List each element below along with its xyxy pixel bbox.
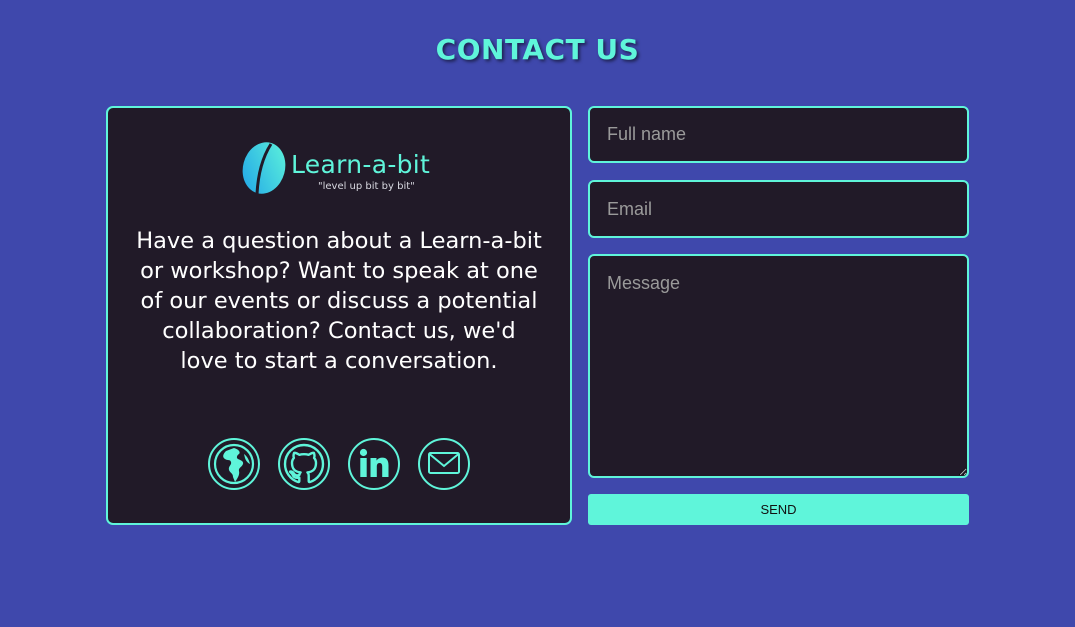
github-link[interactable] (278, 438, 330, 490)
globe-icon (213, 443, 255, 485)
email-input[interactable] (588, 180, 969, 238)
contact-blurb: Have a question about a Learn-a-bit or w… (136, 228, 542, 374)
learn-a-bit-logo: Learn-a-bit "level up bit by bit" (240, 140, 444, 196)
send-button[interactable]: SEND (588, 494, 969, 525)
email-link[interactable] (418, 438, 470, 490)
linkedin-link[interactable] (348, 438, 400, 490)
website-link[interactable] (208, 438, 260, 490)
contact-info-card: Learn-a-bit "level up bit by bit" Have a… (106, 106, 572, 525)
social-links (208, 438, 478, 494)
page-title: CONTACT US (435, 33, 640, 66)
message-textarea[interactable] (588, 254, 969, 478)
envelope-icon (428, 452, 460, 474)
logo-tagline: "level up bit by bit" (318, 181, 415, 192)
leaf-logo-icon (242, 142, 286, 195)
linkedin-icon (359, 448, 389, 477)
github-icon (283, 443, 325, 484)
logo-wordmark: Learn-a-bit (291, 150, 431, 179)
full-name-input[interactable] (588, 106, 969, 163)
contact-page: CONTACT US Learn-a-bit "level up bit by … (0, 0, 1075, 627)
